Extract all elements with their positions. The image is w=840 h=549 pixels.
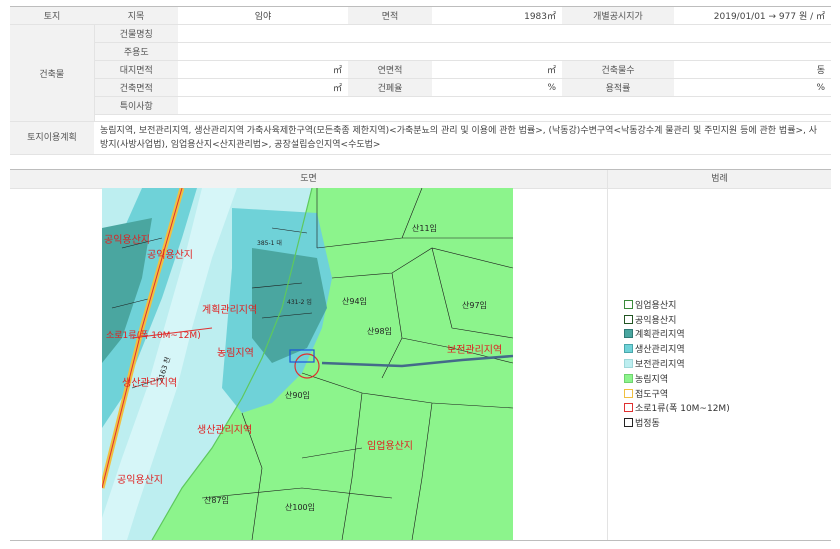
land-label: 토지 [10, 6, 94, 25]
main-use-value [178, 42, 831, 61]
legend-item: 생산관리지역 [624, 341, 804, 356]
build-area-row: 건축면적 ㎡ 건폐율 % 용적률 % [10, 78, 831, 97]
site-area-unit: ㎡ [178, 60, 348, 79]
far-label: 용적률 [562, 78, 674, 97]
area-value: 1983㎡ [432, 6, 562, 25]
build-area-unit: ㎡ [178, 78, 348, 97]
site-area-row: 대지면적 ㎡ 연면적 ㎡ 건축물수 동 [10, 60, 831, 79]
legend-swatch [624, 373, 633, 383]
floor-area-unit: ㎡ [432, 60, 562, 79]
special-value [178, 96, 831, 115]
lot-label-san94: 산94임 [342, 296, 367, 306]
legend-label: 법정동 [635, 419, 660, 430]
legend-swatch [624, 418, 633, 428]
lot-label-san100: 산100임 [285, 502, 315, 512]
land-use-row: 토지이용계획 농림지역, 보전관리지역, 생산관리지역 가축사육제한구역(모든축… [10, 121, 831, 155]
building-count-label: 건축물수 [562, 60, 674, 79]
build-area-label: 건축면적 [94, 78, 178, 97]
special-row: 특이사항 [10, 96, 831, 115]
legend-item: 계획관리지역 [624, 327, 804, 342]
lot-label-385-1: 385-1 대 [257, 239, 282, 247]
land-row: 토지 지목 임야 면적 1983㎡ 개별공시지가 2019/01/01 → 97… [10, 6, 831, 25]
lot-label-san11: 산11임 [412, 223, 437, 233]
map-header: 도면 [10, 170, 607, 189]
legend-header: 범례 [608, 170, 831, 189]
floor-area-label: 연면적 [348, 60, 432, 79]
zone-label-imeop: 임업용산지 [367, 439, 413, 452]
jimok-value: 임야 [178, 6, 348, 25]
legend-item: 농림지역 [624, 371, 804, 386]
legend-item: 공익용산지 [624, 312, 804, 327]
lot-label-san87: 산87임 [204, 495, 229, 505]
coverage-unit: % [432, 78, 562, 97]
building-name-label: 건물명칭 [94, 24, 178, 43]
legend-swatch [624, 344, 633, 354]
legend-label: 농림지역 [635, 374, 669, 385]
coverage-label: 건폐율 [348, 78, 432, 97]
zone-label-gongik-3: 공익용산지 [117, 474, 163, 486]
legend-item: 소로1류(폭 10M~12M) [624, 401, 804, 416]
land-use-text: 농림지역, 보전관리지역, 생산관리지역 가축사육제한구역(모든축종 제한지역)… [94, 121, 831, 155]
legend-label: 임업용산지 [635, 300, 677, 311]
legend-swatch [624, 299, 633, 309]
land-use-label: 토지이용계획 [10, 121, 94, 155]
road-class-label: 소로1류(폭 10M~12M) [106, 330, 201, 341]
zone-label-gongik-2: 공익용산지 [147, 249, 193, 261]
legend-label: 계획관리지역 [635, 330, 685, 341]
zone-label-gongik-1: 공익용산지 [104, 234, 150, 246]
site-area-label: 대지면적 [94, 60, 178, 79]
far-unit: % [674, 78, 831, 97]
legend-label: 접도구역 [635, 389, 669, 400]
column-divider [607, 170, 608, 541]
map-legend: 임업용산지공익용산지계획관리지역생산관리지역보전관리지역농림지역접도구역소로1류… [624, 297, 804, 430]
lot-label-san98: 산98임 [367, 326, 392, 336]
special-label: 특이사항 [94, 96, 178, 115]
main-use-row: 주용도 [10, 42, 831, 61]
area-label: 면적 [348, 6, 432, 25]
land-info-page: 토지 지목 임야 면적 1983㎡ 개별공시지가 2019/01/01 → 97… [0, 0, 840, 549]
legend-label: 보전관리지역 [635, 360, 685, 371]
zone-label-gyehoek: 계획관리지역 [202, 304, 257, 316]
building-count-unit: 동 [674, 60, 831, 79]
building-section-label: 건축물 [10, 24, 95, 122]
legend-item: 보전관리지역 [624, 356, 804, 371]
spacer-cell [94, 114, 831, 122]
legend-label: 공익용산지 [635, 315, 677, 326]
legend-swatch [624, 388, 633, 398]
building-name-row: 건축물 건물명칭 [10, 24, 831, 122]
zone-label-sangwan: 생산관리지역 [122, 377, 177, 389]
legend-swatch [624, 403, 633, 413]
lot-label-san97: 산97임 [462, 300, 487, 310]
lot-label-431-2: 431-2 임 [287, 298, 312, 306]
legend-item: 접도구역 [624, 386, 804, 401]
legend-label: 소로1류(폭 10M~12M) [635, 404, 730, 415]
bottom-border [10, 540, 831, 541]
legend-swatch [624, 329, 633, 339]
lot-label-san90: 산90임 [285, 390, 310, 400]
legend-swatch [624, 359, 633, 369]
price-value: 2019/01/01 → 977 원 / ㎡ [674, 6, 831, 25]
price-label: 개별공시지가 [562, 6, 674, 25]
jimok-label: 지목 [94, 6, 178, 25]
zone-label-nongrim: 농림지역 [217, 347, 254, 359]
spacer-row [10, 114, 831, 122]
legend-item: 법정동 [624, 415, 804, 430]
building-name-value [178, 24, 831, 43]
legend-swatch [624, 314, 633, 324]
zone-label-saengsan: 생산관리지역 [197, 424, 252, 436]
land-info-table: 토지 지목 임야 면적 1983㎡ 개별공시지가 2019/01/01 → 97… [10, 6, 831, 155]
cadastral-map[interactable]: 산11임 산94임 산97임 산98임 산90임 산87임 산100임 431-… [102, 188, 513, 540]
zone-label-bojeon: 보전관리지역 [447, 344, 502, 356]
legend-item: 임업용산지 [624, 297, 804, 312]
main-use-label: 주용도 [94, 42, 178, 61]
map-svg: 산11임 산94임 산97임 산98임 산90임 산87임 산100임 431-… [102, 188, 513, 540]
legend-label: 생산관리지역 [635, 345, 685, 356]
